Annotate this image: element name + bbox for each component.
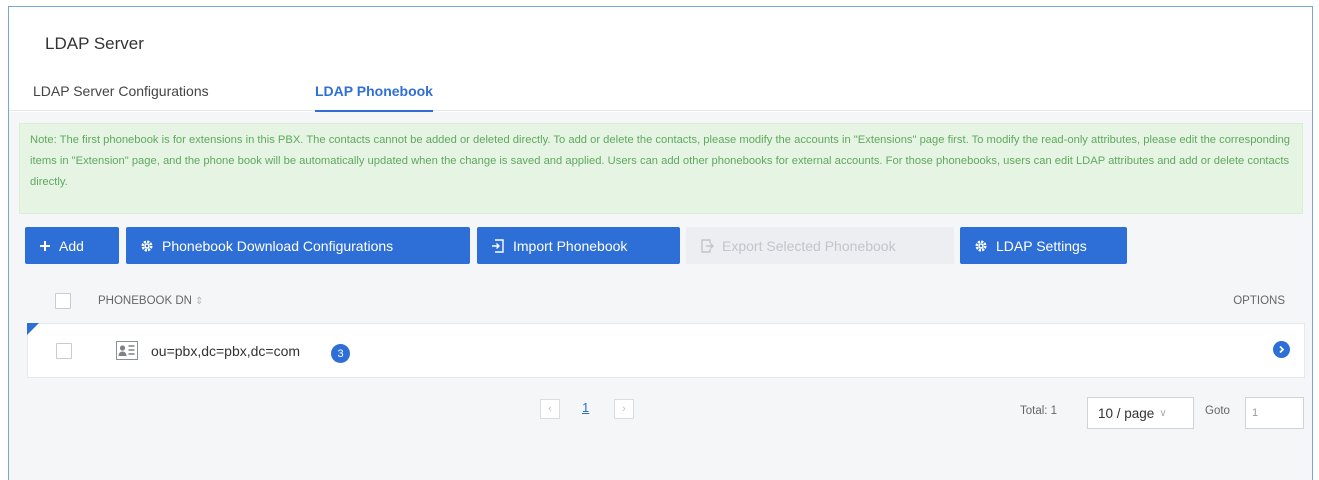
ldap-server-panel: LDAP Server LDAP Server Configurations L…	[8, 6, 1313, 480]
ldap-settings-button[interactable]: LDAP Settings	[960, 227, 1127, 264]
gear-icon	[140, 239, 154, 253]
page-size-value: 10 / page	[1098, 405, 1155, 421]
total-count: Total: 1	[1020, 405, 1058, 417]
import-phonebook-button[interactable]: Import Phonebook	[477, 227, 680, 264]
phonebook-download-label: Phonebook Download Configurations	[162, 237, 394, 254]
goto-input[interactable]	[1245, 397, 1304, 429]
add-button-label: Add	[59, 237, 84, 254]
contact-count-badge: 3	[331, 344, 350, 363]
info-note: Note: The first phonebook is for extensi…	[19, 123, 1303, 214]
tab-ldap-phonebook[interactable]: LDAP Phonebook	[315, 83, 433, 112]
default-marker	[27, 323, 39, 335]
page-number-1[interactable]: 1	[582, 400, 589, 415]
export-selected-phonebook-button[interactable]: Export Selected Phonebook	[686, 227, 954, 264]
phonebook-download-configurations-button[interactable]: Phonebook Download Configurations	[126, 227, 470, 264]
tab-bar: LDAP Server Configurations LDAP Phoneboo…	[9, 71, 1312, 112]
next-page-button[interactable]: ›	[614, 399, 634, 419]
previous-page-button[interactable]: ‹	[540, 399, 560, 419]
import-phonebook-label: Import Phonebook	[513, 237, 628, 254]
column-header-options: OPTIONS	[1233, 295, 1285, 307]
tab-ldap-server-configurations[interactable]: LDAP Server Configurations	[33, 83, 209, 111]
add-button[interactable]: Add	[25, 227, 119, 264]
column-header-phonebook-dn[interactable]: PHONEBOOK DN ⇕	[98, 295, 203, 307]
chevron-down-icon: ∨	[1159, 407, 1167, 419]
table-row: ou=pbx,dc=pbx,dc=com 3	[27, 323, 1305, 378]
gear-icon	[974, 239, 988, 253]
export-icon	[700, 238, 714, 253]
phonebook-content: Note: The first phonebook is for extensi…	[9, 112, 1312, 480]
page-size-select[interactable]: 10 / page ∨	[1087, 397, 1194, 429]
export-phonebook-label: Export Selected Phonebook	[722, 237, 896, 254]
chevron-right-circle-icon[interactable]	[1273, 341, 1290, 358]
ldap-settings-label: LDAP Settings	[996, 237, 1087, 254]
select-all-checkbox[interactable]	[55, 293, 71, 309]
phonebook-dn: ou=pbx,dc=pbx,dc=com	[151, 343, 301, 359]
column-header-phonebook-dn-label: PHONEBOOK DN	[98, 295, 192, 307]
sort-icon[interactable]: ⇕	[195, 296, 203, 307]
row-checkbox[interactable]	[56, 343, 72, 359]
contact-card-icon	[116, 341, 138, 365]
import-icon	[491, 238, 505, 253]
page-title: LDAP Server	[45, 34, 144, 53]
goto-label: Goto	[1205, 405, 1230, 417]
plus-icon	[39, 240, 51, 252]
